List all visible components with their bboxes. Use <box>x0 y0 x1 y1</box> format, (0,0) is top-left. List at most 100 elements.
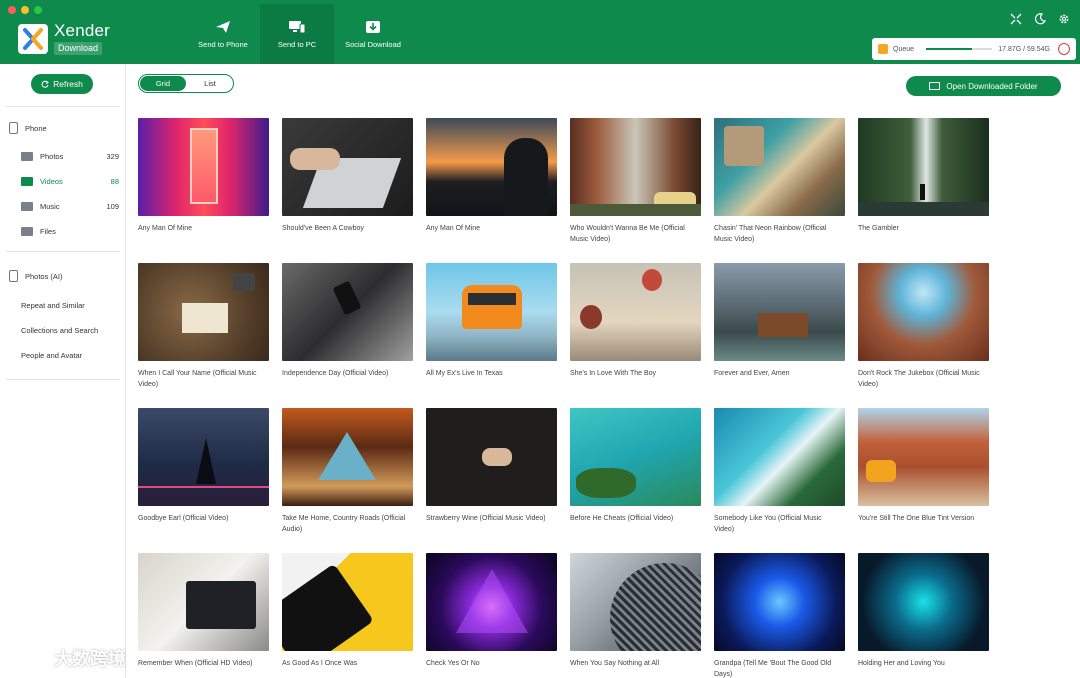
video-thumbnail[interactable] <box>282 118 413 216</box>
video-card[interactable]: Somebody Like You (Official Music Video) <box>714 408 845 553</box>
video-thumbnail[interactable] <box>282 553 413 651</box>
video-card[interactable]: All My Ex's Live In Texas <box>426 263 557 408</box>
video-thumbnail[interactable] <box>426 118 557 216</box>
gear-icon[interactable] <box>1058 12 1070 24</box>
video-title: Who Wouldn't Wanna Be Me (Official Music… <box>570 225 685 243</box>
video-thumbnail[interactable] <box>138 553 269 651</box>
download-tray-icon <box>366 20 380 33</box>
folder-icon <box>21 177 33 186</box>
list-view-button[interactable]: List <box>187 75 233 92</box>
video-card[interactable]: Goodbye Earl (Official Video) <box>138 408 269 553</box>
open-downloaded-folder-button[interactable]: Open Downloaded Folder <box>906 76 1061 96</box>
video-thumbnail[interactable] <box>570 553 701 651</box>
video-card[interactable]: Should've Been A Cowboy <box>282 118 413 263</box>
video-thumbnail[interactable] <box>714 118 845 216</box>
video-card[interactable]: Don't Rock The Jukebox (Official Music V… <box>858 263 989 408</box>
queue-status[interactable]: Queue 17.87G / 59.54G <box>872 38 1076 60</box>
video-card[interactable]: As Good As I Once Was <box>282 553 413 678</box>
video-thumbnail[interactable] <box>858 553 989 651</box>
tab-label: Send to PC <box>277 39 317 49</box>
sidebar-section-photos-ai[interactable]: Photos (AI) <box>9 270 135 282</box>
video-thumbnail[interactable] <box>858 408 989 506</box>
item-count: 88 <box>110 177 119 186</box>
video-card[interactable]: Take Me Home, Country Roads (Official Au… <box>282 408 413 553</box>
video-card[interactable]: Check Yes Or No <box>426 553 557 678</box>
video-title: Forever and Ever, Amen <box>714 370 790 377</box>
sidebar-section-phone[interactable]: Phone <box>9 122 135 134</box>
video-thumbnail[interactable] <box>282 408 413 506</box>
maximize-window-button[interactable] <box>34 6 42 14</box>
video-title: When You Say Nothing at All <box>570 660 660 667</box>
tab-send-to-phone[interactable]: Send to Phone <box>186 4 260 64</box>
video-grid: Any Man Of Mine Should've Been A Cowboy … <box>138 118 1038 678</box>
sidebar-item-files[interactable]: Files <box>21 227 126 236</box>
video-card[interactable]: When I Call Your Name (Official Music Vi… <box>138 263 269 408</box>
video-thumbnail[interactable] <box>138 263 269 361</box>
video-thumbnail[interactable] <box>858 118 989 216</box>
phone-icon <box>9 122 18 134</box>
video-title: Don't Rock The Jukebox (Official Music V… <box>858 370 980 388</box>
sidebar-item-music[interactable]: Music 109 <box>21 202 126 211</box>
video-card[interactable]: Remember When (Official HD Video) <box>138 553 269 678</box>
watermark-logo-icon <box>8 644 48 672</box>
item-count: 329 <box>106 152 119 161</box>
minimize-window-button[interactable] <box>21 6 29 14</box>
video-title: Goodbye Earl (Official Video) <box>138 515 229 522</box>
video-title: She's In Love With The Boy <box>570 370 657 377</box>
xender-logo-icon <box>18 23 48 54</box>
main-nav: Send to Phone Send to PC Social Download <box>186 4 412 64</box>
video-card[interactable]: Before He Cheats (Official Video) <box>570 408 701 553</box>
video-card[interactable]: Independence Day (Official Video) <box>282 263 413 408</box>
video-title: All My Ex's Live In Texas <box>426 370 503 377</box>
video-thumbnail[interactable] <box>138 408 269 506</box>
video-thumbnail[interactable] <box>426 408 557 506</box>
sidebar-item-photos[interactable]: Photos 329 <box>21 152 126 161</box>
video-thumbnail[interactable] <box>282 263 413 361</box>
video-title: Strawberry Wine (Official Music Video) <box>426 515 546 522</box>
video-thumbnail[interactable] <box>714 263 845 361</box>
video-card[interactable]: Any Man Of Mine <box>138 118 269 263</box>
tab-label: Social Download <box>345 39 401 49</box>
video-title: You're Still The One Blue Tint Version <box>858 515 975 522</box>
tab-social-download[interactable]: Social Download <box>334 4 412 64</box>
sidebar-item-videos[interactable]: Videos 88 <box>21 177 126 186</box>
folder-icon <box>21 202 33 211</box>
video-thumbnail[interactable] <box>570 408 701 506</box>
video-card[interactable]: Strawberry Wine (Official Music Video) <box>426 408 557 553</box>
video-card[interactable]: Chasin' That Neon Rainbow (Official Musi… <box>714 118 845 263</box>
video-card[interactable]: She's In Love With The Boy <box>570 263 701 408</box>
app-name: Xender <box>54 21 111 40</box>
video-thumbnail[interactable] <box>138 118 269 216</box>
moon-icon[interactable] <box>1034 12 1047 25</box>
power-icon[interactable] <box>1058 43 1070 55</box>
video-card[interactable]: The Gambler <box>858 118 989 263</box>
refresh-button[interactable]: Refresh <box>31 74 93 94</box>
video-card[interactable]: Holding Her and Loving You <box>858 553 989 678</box>
close-window-button[interactable] <box>8 6 16 14</box>
video-thumbnail[interactable] <box>426 263 557 361</box>
sidebar-item-collections-search[interactable]: Collections and Search <box>21 326 147 335</box>
video-card[interactable]: Grandpa (Tell Me 'Bout The Good Old Days… <box>714 553 845 678</box>
video-thumbnail[interactable] <box>570 118 701 216</box>
video-card[interactable]: Forever and Ever, Amen <box>714 263 845 408</box>
video-card[interactable]: You're Still The One Blue Tint Version <box>858 408 989 553</box>
top-actions <box>1010 12 1070 25</box>
window-controls <box>8 6 42 14</box>
video-card[interactable]: Who Wouldn't Wanna Be Me (Official Music… <box>570 118 701 263</box>
sidebar-item-repeat-similar[interactable]: Repeat and Similar <box>21 301 147 310</box>
video-thumbnail[interactable] <box>714 553 845 651</box>
video-card[interactable]: When You Say Nothing at All <box>570 553 701 678</box>
video-thumbnail[interactable] <box>858 263 989 361</box>
item-count: 109 <box>106 202 119 211</box>
app-brand: Xender Download <box>18 22 110 55</box>
sidebar-item-people-avatar[interactable]: People and Avatar <box>21 351 147 360</box>
video-title: Check Yes Or No <box>426 660 480 667</box>
collapse-icon[interactable] <box>1010 12 1022 25</box>
video-thumbnail[interactable] <box>714 408 845 506</box>
grid-view-button[interactable]: Grid <box>140 76 186 91</box>
tab-send-to-pc[interactable]: Send to PC <box>260 4 334 64</box>
video-title: Take Me Home, Country Roads (Official Au… <box>282 515 406 533</box>
video-thumbnail[interactable] <box>426 553 557 651</box>
video-card[interactable]: Any Man Of Mine <box>426 118 557 263</box>
video-thumbnail[interactable] <box>570 263 701 361</box>
